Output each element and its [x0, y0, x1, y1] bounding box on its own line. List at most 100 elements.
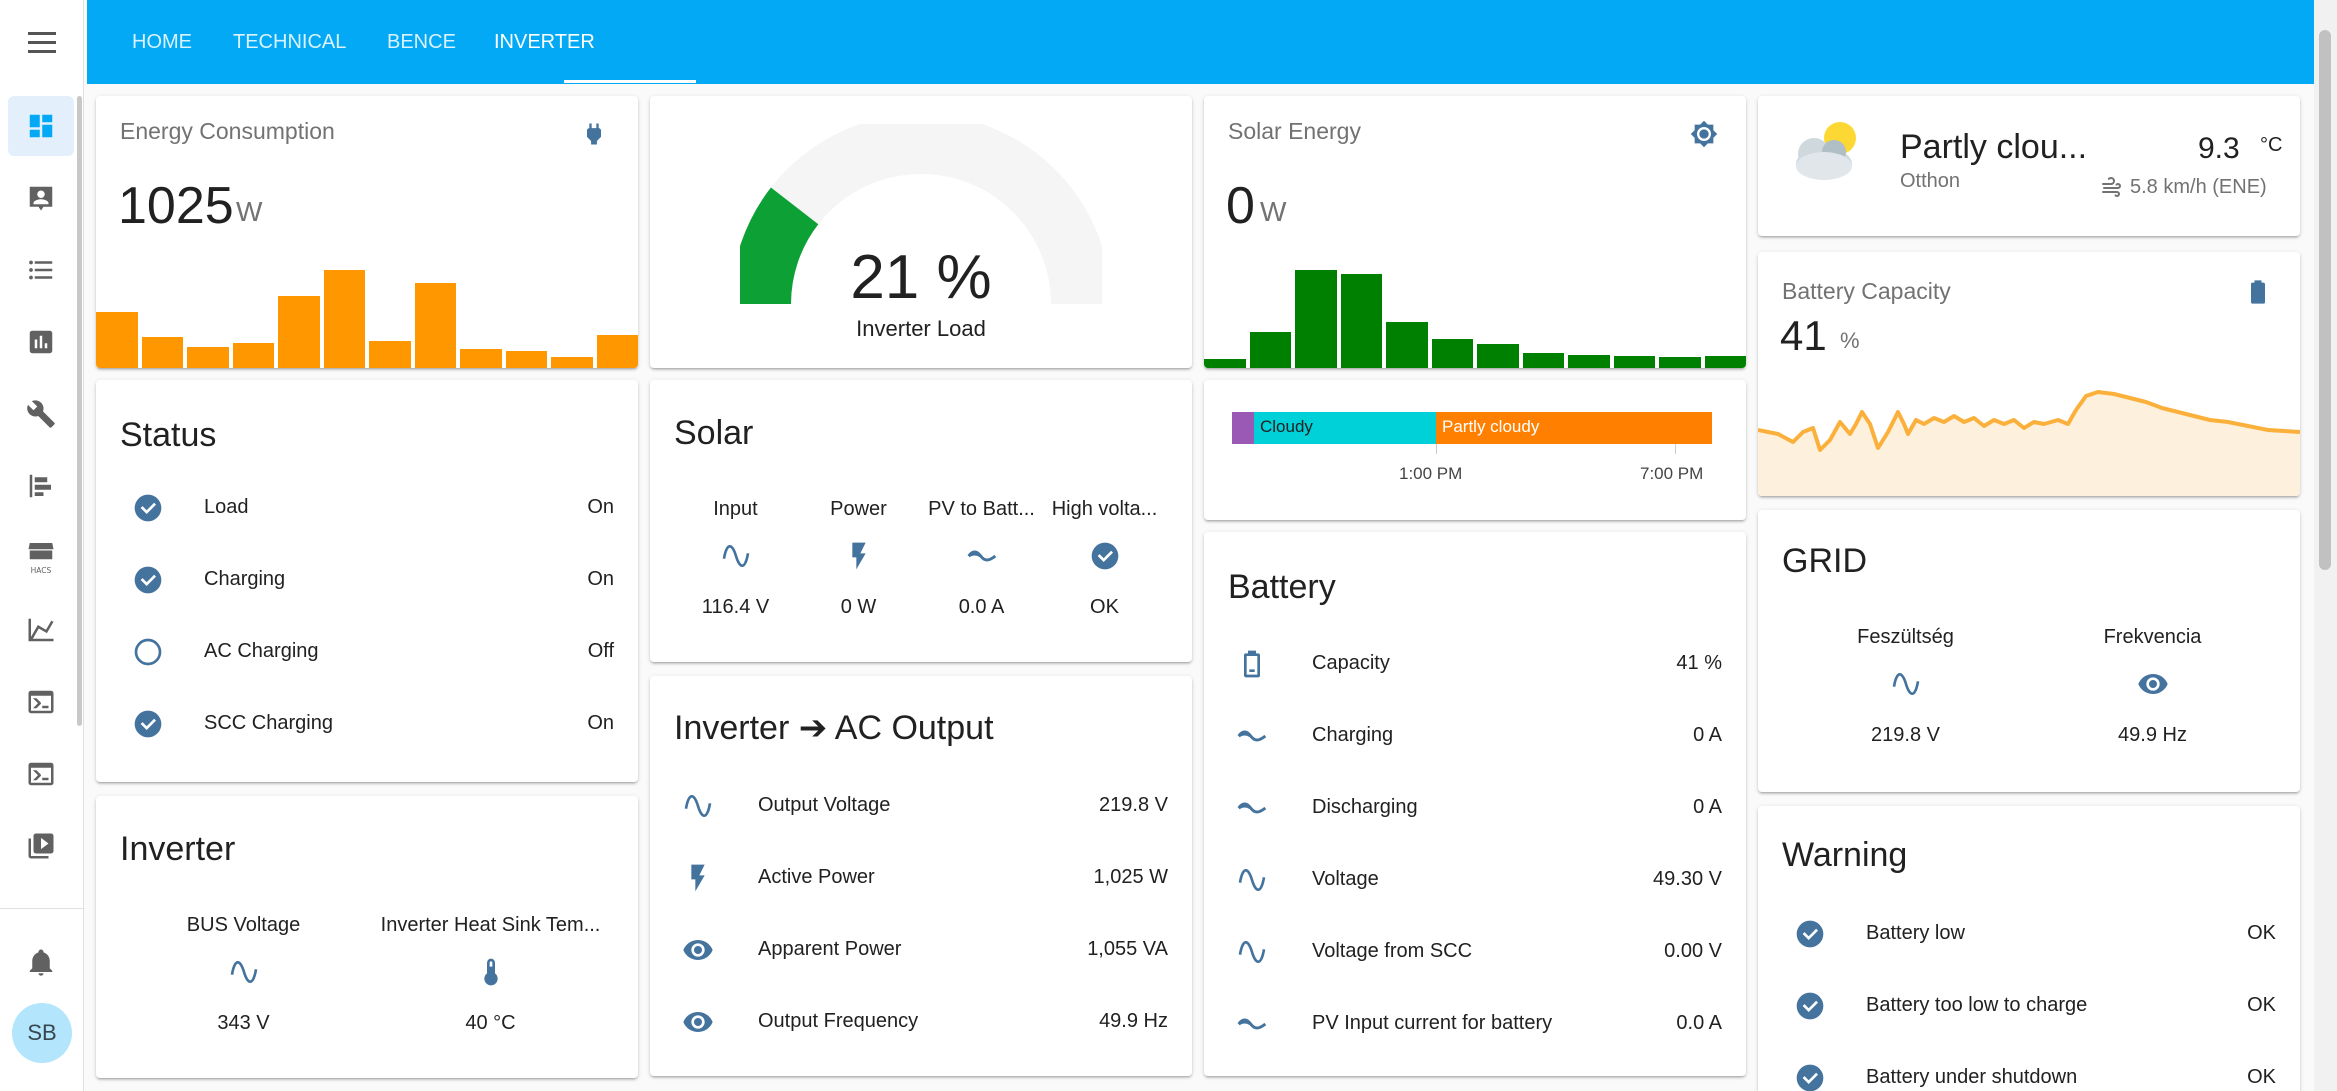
overview-icon[interactable]: [8, 96, 74, 156]
inverter-item-value: 343 V: [217, 1012, 270, 1034]
logbook-icon[interactable]: [8, 240, 74, 300]
warning-card[interactable]: Warning Battery low OK Battery too low to …: [1758, 806, 2300, 1091]
timeline-segment-partly-cloudy[interactable]: Partly cloudy: [1436, 412, 1712, 444]
notifications-icon[interactable]: [8, 932, 74, 992]
energy-icon[interactable]: [8, 600, 74, 660]
hacs-icon[interactable]: HACS: [8, 528, 74, 588]
ac-output-card[interactable]: Inverter ➔ AC Output Output Voltage 219.8…: [650, 676, 1192, 1076]
sidebar-divider: [0, 908, 84, 909]
energy-consumption-graph: [96, 246, 638, 368]
solar-card[interactable]: Solar Input 116.4 V Power 0 W PV to Batt... 0…: [650, 380, 1192, 662]
solar-energy-unit: W: [1260, 196, 1287, 227]
sidebar: HACS SB: [0, 0, 84, 1091]
active-tab-indicator: [564, 80, 696, 83]
settings-icon[interactable]: [8, 384, 74, 444]
solar-energy-bar: [1477, 344, 1519, 368]
tab-technical[interactable]: TECHNICAL: [233, 0, 346, 84]
status-row-label: SCC Charging: [204, 712, 333, 734]
inverter-card[interactable]: Inverter BUS Voltage 343 V Inverter Heat S…: [96, 796, 638, 1078]
ac-output-row-label: Output Voltage: [758, 794, 891, 816]
grid-title: GRID: [1782, 542, 1867, 580]
gauge-value: 21 %: [850, 243, 992, 312]
energy-consumption-bar: [505, 351, 547, 368]
status-card[interactable]: Status Load On Charging On AC Charging Off SCC…: [96, 380, 638, 782]
tick-mark-2: [1675, 444, 1676, 454]
warning-row-label: Battery low: [1866, 922, 1965, 944]
battery-capacity-card[interactable]: Battery Capacity 41 %: [1758, 252, 2300, 496]
energy-consumption-bar: [596, 335, 638, 368]
timeline-segment-cloudy[interactable]: Cloudy: [1254, 412, 1436, 444]
eye-icon: [680, 932, 716, 968]
solar-energy-bar: [1568, 355, 1610, 368]
weather-timeline-card[interactable]: Cloudy Partly cloudy 1:00 PM 7:00 PM: [1204, 380, 1746, 520]
ac-output-row-value: 1,055 VA: [1087, 938, 1168, 960]
map-icon[interactable]: [8, 456, 74, 516]
energy-consumption-unit: W: [236, 196, 263, 227]
inverter-load-gauge-card[interactable]: 21 % Inverter Load: [650, 96, 1192, 368]
battery-title: Battery: [1228, 568, 1336, 606]
terminal-icon[interactable]: [8, 672, 74, 732]
energy-consumption-value: 1025: [118, 177, 234, 235]
weather-temperature: 9.3: [2198, 132, 2240, 165]
weather-wind: 5.8 km/h (ENE): [2130, 176, 2267, 198]
battery-row-label: Capacity: [1312, 652, 1390, 674]
wind-icon: [2098, 174, 2124, 200]
history-icon[interactable]: [8, 312, 74, 372]
energy-consumption-name: Energy Consumption: [120, 118, 335, 144]
energy-consumption-bar: [141, 337, 183, 368]
partly-cloudy-icon: [1784, 116, 1868, 186]
person-icon[interactable]: [8, 168, 74, 228]
tab-bence[interactable]: BENCE: [387, 0, 456, 84]
solar-title: Solar: [674, 414, 754, 452]
solar-energy-graph: [1204, 246, 1746, 368]
sine-wave-icon: [226, 954, 262, 990]
tab-home[interactable]: HOME: [132, 0, 192, 84]
sine-wave-icon: [718, 538, 754, 574]
energy-consumption-bar: [414, 283, 456, 368]
scrollbar-thumb[interactable]: [2319, 30, 2331, 570]
battery-card[interactable]: Battery Capacity 41 % Charging 0 A Dischargi…: [1204, 532, 1746, 1076]
grid-item-value: 219.8 V: [1871, 724, 1940, 746]
grid-item-value: 49.9 Hz: [2118, 724, 2187, 746]
battery-row-value: 49.30 V: [1653, 868, 1722, 890]
battery-capacity-name: Battery Capacity: [1782, 278, 1951, 304]
warning-row-value: OK: [2247, 1066, 2276, 1088]
solar-item-label: Input: [713, 498, 758, 520]
sidebar-scrollbar[interactable]: [77, 96, 82, 726]
status-row-value: Off: [587, 640, 614, 662]
ac-output-row-label: Apparent Power: [758, 938, 902, 960]
energy-consumption-bar: [323, 270, 365, 368]
gauge-label: Inverter Load: [856, 316, 986, 341]
solar-energy-value: 0: [1226, 177, 1255, 235]
media-icon[interactable]: [8, 816, 74, 876]
timeline-tick-1pm: 1:00 PM: [1399, 464, 1463, 483]
page-scrollbar[interactable]: [2314, 0, 2337, 1091]
terminal2-icon[interactable]: [8, 744, 74, 804]
svg-text:HACS: HACS: [31, 566, 52, 575]
status-row-value: On: [587, 568, 614, 590]
solar-energy-bar: [1522, 353, 1564, 368]
warning-row-label: Battery under shutdown: [1866, 1066, 2078, 1088]
timeline-segment-0[interactable]: [1232, 412, 1254, 444]
avatar[interactable]: SB: [12, 1003, 72, 1063]
weather-condition: Partly clou...: [1900, 128, 2088, 166]
solar-energy-bar: [1295, 270, 1337, 368]
thermometer-icon: [473, 954, 509, 990]
solar-item-value: 116.4 V: [701, 596, 770, 618]
grid-card[interactable]: GRID Feszültség 219.8 V Frekvencia 49.9 Hz: [1758, 510, 2300, 792]
energy-consumption-bar: [460, 349, 502, 368]
ac-output-row-label: Output Frequency: [758, 1010, 919, 1032]
solar-energy-card[interactable]: Solar Energy 0 W: [1204, 96, 1746, 368]
battery-row-value: 41 %: [1676, 652, 1722, 674]
battery-row-value: 0 A: [1693, 796, 1722, 818]
weather-card[interactable]: Partly clou... Otthon 9.3 °C 5.8 km/h (E…: [1758, 96, 2300, 236]
battery-icon: [1234, 646, 1270, 682]
menu-icon[interactable]: [22, 22, 62, 62]
energy-consumption-card[interactable]: Energy Consumption 1025 W: [96, 96, 638, 368]
sine-wave-icon: [1234, 862, 1270, 898]
status-row-value: On: [587, 712, 614, 734]
tab-inverter[interactable]: INVERTER: [494, 0, 595, 84]
warning-row-value: OK: [2247, 994, 2276, 1016]
solar-item-label: High volta...: [1051, 498, 1158, 520]
current-dc-icon: [1234, 718, 1270, 754]
